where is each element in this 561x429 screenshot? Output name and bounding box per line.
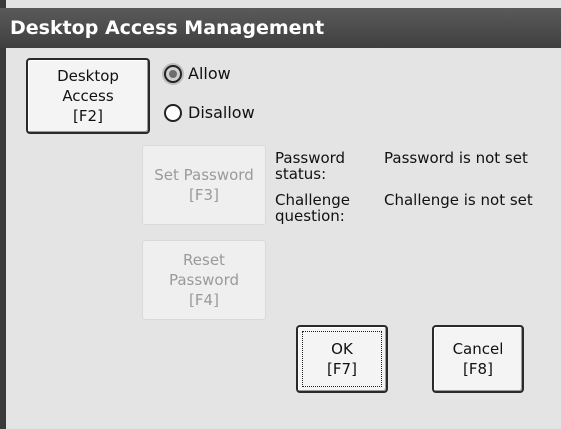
radio-selected-icon[interactable] [164, 64, 182, 83]
desktop-access-button[interactable]: Desktop Access [F2] [26, 58, 150, 134]
password-status-label: Password status: [275, 149, 346, 183]
challenge-question-label: Challenge question: [275, 191, 350, 225]
disallow-radio[interactable]: Disallow [164, 103, 255, 122]
ok-button[interactable]: OK [F7] [296, 325, 388, 393]
password-status-value: Password is not set [384, 149, 528, 167]
window-title: Desktop Access Management [0, 8, 561, 48]
reset-password-button[interactable]: Reset Password [F4] [142, 240, 266, 320]
allow-radio[interactable]: Allow [164, 64, 231, 83]
allow-radio-label: Allow [188, 64, 231, 83]
disallow-radio-label: Disallow [188, 103, 255, 122]
challenge-question-value: Challenge is not set [384, 191, 533, 209]
radio-unselected-icon[interactable] [164, 103, 182, 122]
set-password-button[interactable]: Set Password [F3] [142, 145, 266, 225]
cancel-button[interactable]: Cancel [F8] [432, 325, 524, 393]
